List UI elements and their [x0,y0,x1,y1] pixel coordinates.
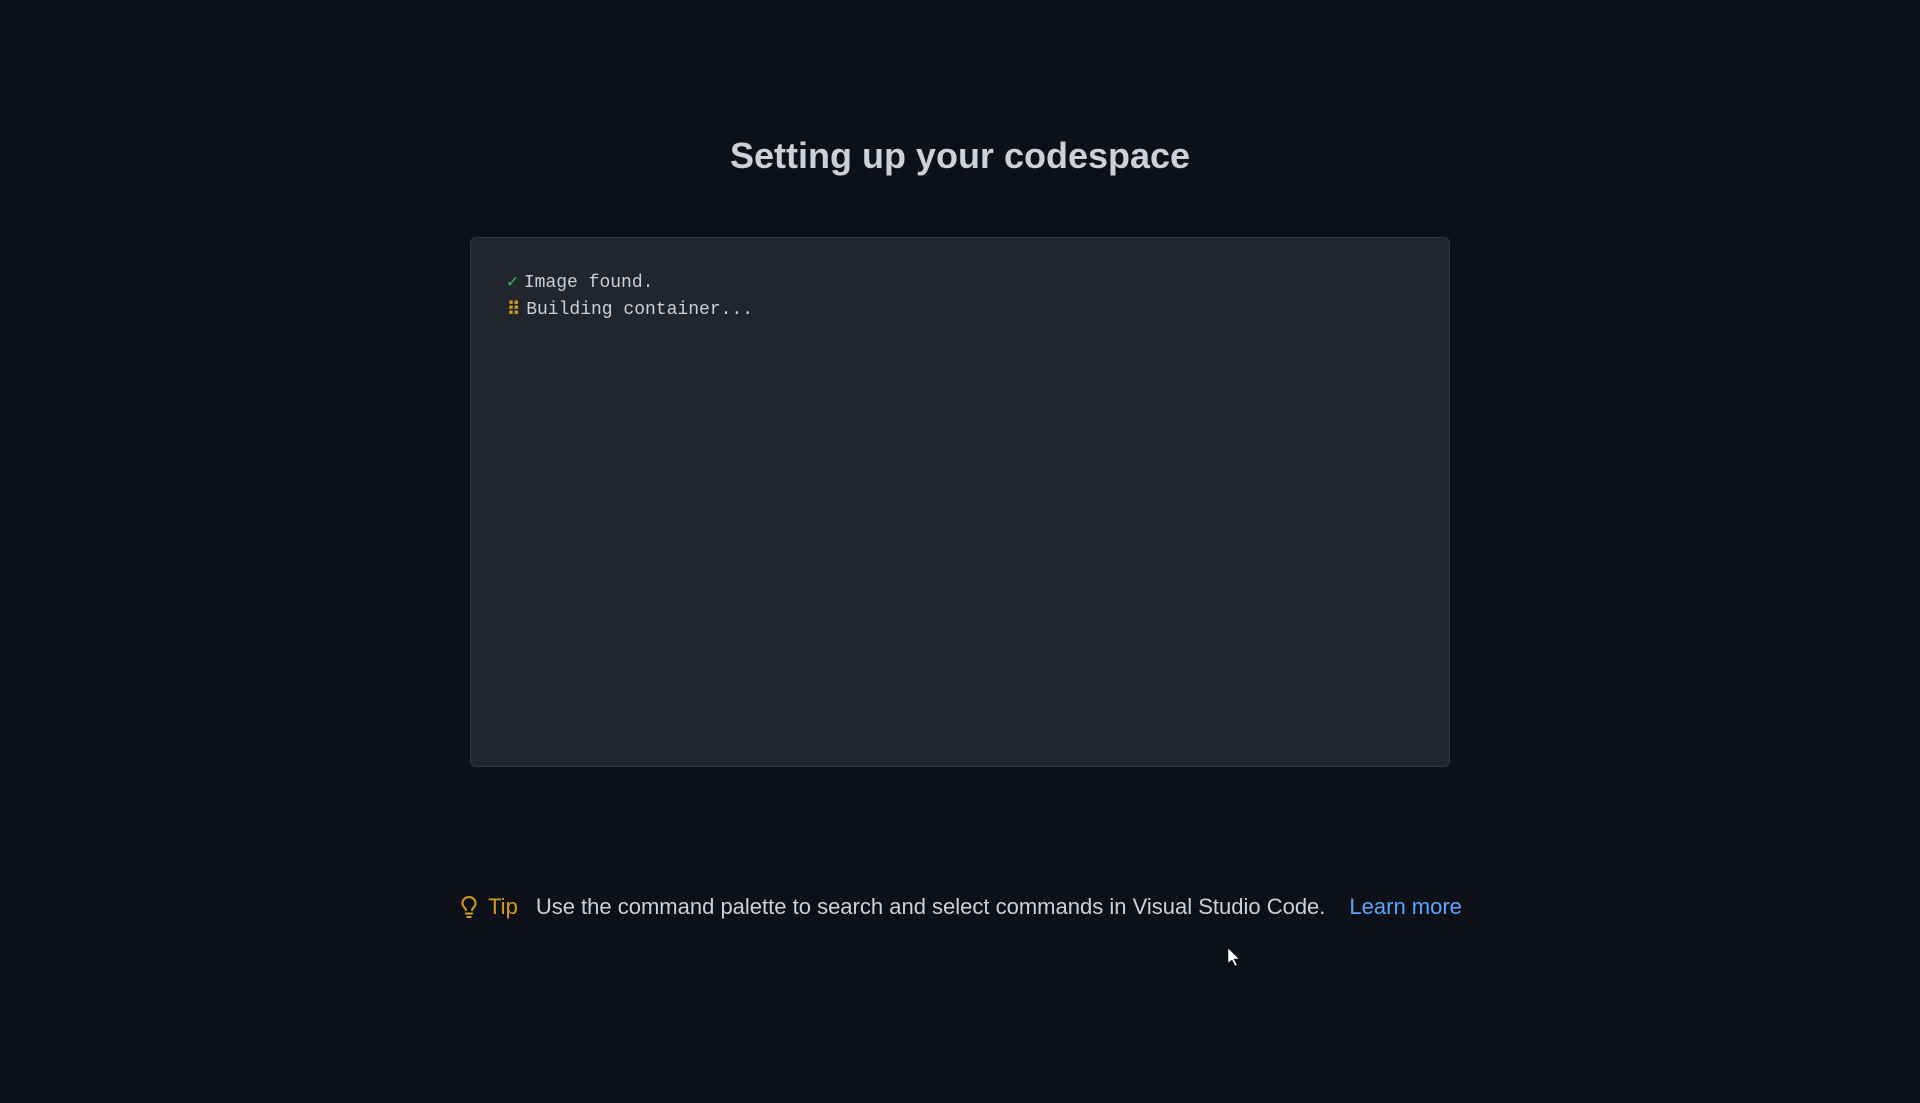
learn-more-link[interactable]: Learn more [1349,894,1462,920]
terminal-line: ✓ Image found. [507,270,1413,297]
tip-text: Use the command palette to search and se… [536,894,1326,920]
tip-label: Tip [488,894,518,920]
mouse-cursor [1228,948,1242,968]
spinner-icon: ⠿ [507,302,520,320]
terminal-line: ⠿ Building container... [507,297,1413,324]
page-title: Setting up your codespace [730,135,1190,177]
lightbulb-icon [458,896,480,918]
check-icon: ✓ [507,270,518,297]
terminal-text: Building container... [526,297,753,324]
tip-bar: Tip Use the command palette to search an… [0,894,1920,920]
terminal-output: ✓ Image found. ⠿ Building container... [470,237,1450,767]
terminal-text: Image found. [524,270,654,297]
main-container: Setting up your codespace ✓ Image found.… [0,0,1920,767]
